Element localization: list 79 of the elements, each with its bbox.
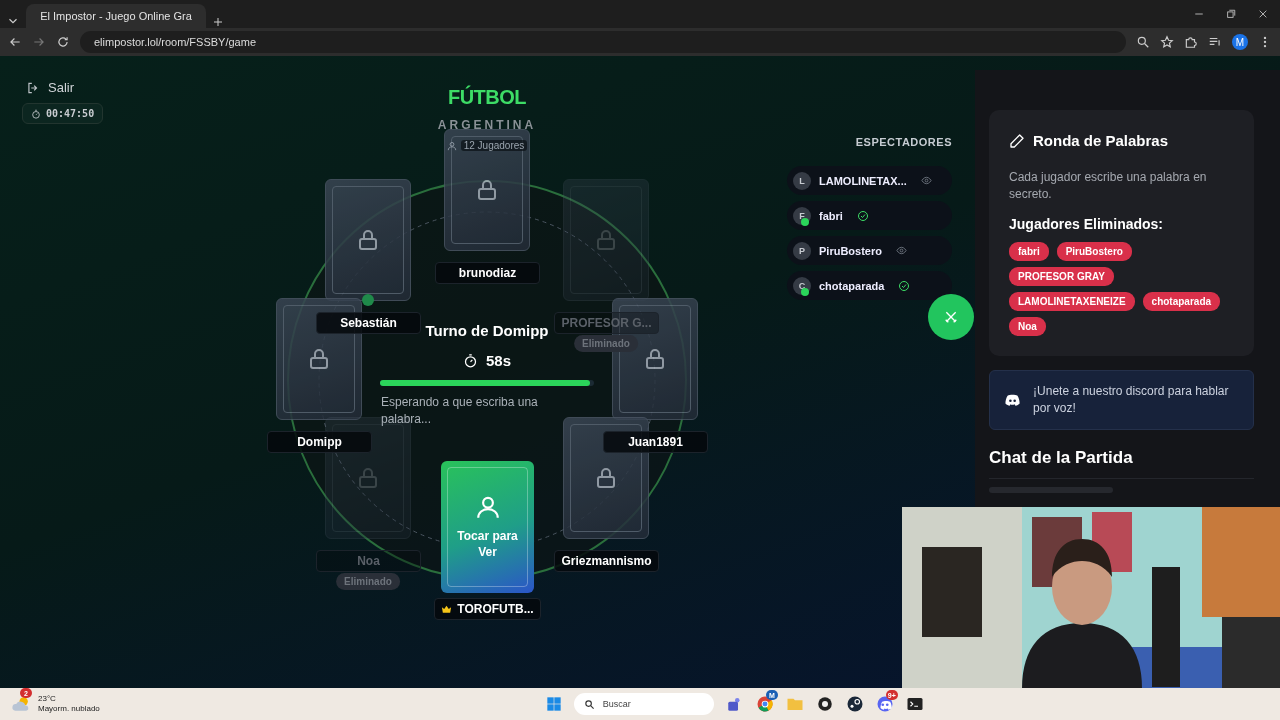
eliminated-player-tag: fabri <box>1009 242 1049 261</box>
player-name: brunodiaz <box>435 262 540 284</box>
reload-icon[interactable] <box>56 35 70 49</box>
eliminated-player-tag: Noa <box>1009 317 1046 336</box>
swords-icon <box>943 309 959 325</box>
discord-icon[interactable] <box>875 695 894 713</box>
avatar-initial: L <box>793 171 811 190</box>
waiting-message: Esperando a que escriba una palabra... <box>381 394 539 428</box>
star-icon[interactable] <box>1160 35 1174 49</box>
steam-icon[interactable] <box>845 695 864 713</box>
player-name: Griezmannismo <box>554 550 659 572</box>
round-description: Cada jugador escribe una palabra en secreto. <box>1009 169 1208 203</box>
player-name: Sebastián <box>316 312 421 334</box>
lock-icon <box>307 347 331 371</box>
media-icon[interactable] <box>1208 35 1222 49</box>
browser-tab[interactable]: El Impostor - Juego Online Gra <box>26 4 206 28</box>
elapsed-timer: 00:47:50 <box>22 103 104 124</box>
turn-title: Turno de Domipp <box>425 322 549 339</box>
person-icon <box>474 494 501 520</box>
temperature: 23°C <box>38 694 57 704</box>
lock-icon <box>475 178 499 202</box>
restore-icon[interactable] <box>1226 9 1236 19</box>
weather-text: Mayorm. nublado <box>38 704 100 714</box>
address-bar[interactable]: elimpostor.lol/room/FSSBY/game <box>80 31 1126 53</box>
countdown: 58s <box>486 352 511 369</box>
reveal-card-button[interactable]: Tocar para Ver <box>441 461 534 593</box>
stopwatch-icon <box>31 108 41 119</box>
eliminated-player-tag: PROFESOR GRAY <box>1009 267 1114 286</box>
discord-banner[interactable]: ¡Unete a nuestro discord para hablar por voz! <box>989 370 1254 430</box>
lock-icon <box>356 466 380 490</box>
puzzle-icon[interactable] <box>1184 35 1198 49</box>
windows-icon[interactable] <box>545 696 562 712</box>
avatar-initial: F <box>793 206 811 225</box>
avatar-initial: C <box>793 276 811 295</box>
crown-icon <box>441 603 453 615</box>
discord-text: ¡Unete a nuestro discord para hablar por voz! <box>1033 383 1230 417</box>
spectator-name: chotaparada <box>819 279 885 292</box>
players-icon <box>446 140 457 151</box>
spectators-heading: ESPECTADORES <box>855 136 952 148</box>
exit-button[interactable]: Salir <box>26 80 74 95</box>
eliminated-badge: Eliminado <box>336 573 400 590</box>
subcategory-label: ARGENTINA <box>436 118 538 132</box>
tab-title: El Impostor - Juego Online Gra <box>40 10 192 22</box>
eliminated-player-tag: PiruBostero <box>1056 242 1132 261</box>
swords-button[interactable] <box>928 294 974 340</box>
stopwatch-icon <box>463 353 478 368</box>
spectator-name: fabri <box>819 209 843 222</box>
round-title: Ronda de Palabras <box>1033 132 1169 149</box>
record-icon[interactable] <box>815 695 834 713</box>
spectator-name: LAMOLINETAX... <box>819 174 907 187</box>
new-tab-icon[interactable] <box>212 16 224 28</box>
avatar-initial: P <box>793 241 811 260</box>
lock-icon <box>643 347 667 371</box>
player-name: TOROFUTB... <box>434 598 541 620</box>
taskbar-search[interactable]: Buscar <box>573 693 714 715</box>
eliminated-player-tag: LAMOLINETAXENEIZE <box>1009 292 1135 311</box>
search-icon <box>583 698 595 710</box>
player-name: Juan1891 <box>603 431 708 453</box>
pencil-icon <box>1009 132 1025 149</box>
player-name: Domipp <box>267 431 372 453</box>
category-title: FÚTBOL <box>446 86 528 109</box>
exit-icon <box>26 80 40 95</box>
eliminated-player-tag: chotaparada <box>1142 292 1221 311</box>
lock-icon <box>594 466 618 490</box>
spectator-name: PiruBostero <box>819 244 882 257</box>
zoom-icon[interactable] <box>1136 35 1150 49</box>
url-text: elimpostor.lol/room/FSSBY/game <box>94 36 256 48</box>
lock-icon <box>594 228 618 252</box>
lock-icon <box>356 228 380 252</box>
profile-avatar[interactable]: M <box>1232 34 1248 50</box>
player-count: 12 Jugadores <box>460 140 528 151</box>
eliminated-heading: Jugadores Eliminados: <box>1009 216 1165 232</box>
back-icon[interactable] <box>8 35 22 49</box>
close-icon[interactable] <box>1258 9 1268 19</box>
terminal-icon[interactable] <box>905 695 924 713</box>
chat-title: Chat de la Partida <box>989 448 1134 468</box>
eliminated-badge: Eliminado <box>574 335 638 352</box>
chrome-icon[interactable] <box>755 695 774 713</box>
player-name: Noa <box>316 550 421 572</box>
